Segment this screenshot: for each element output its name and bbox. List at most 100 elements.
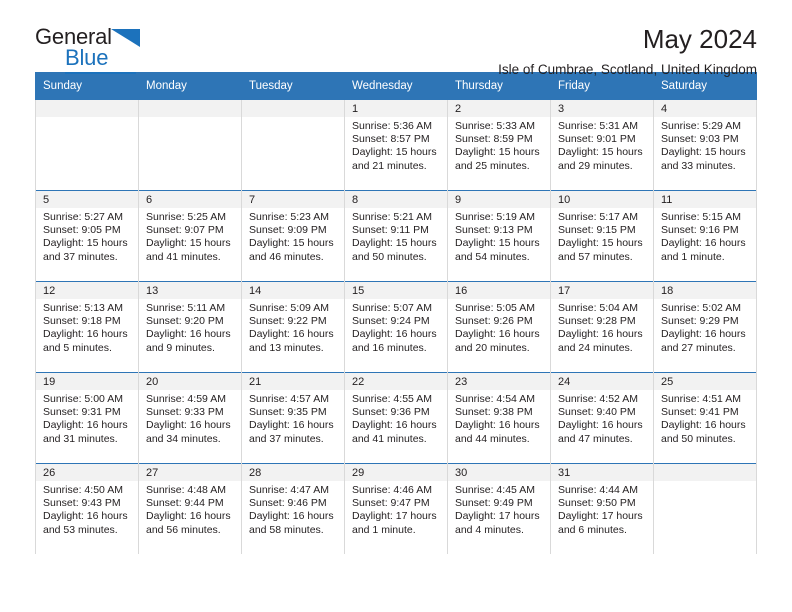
daylight-duration-line1: Daylight: 16 hours [558,419,643,432]
calendar-day-cell[interactable]: 12 Sunrise: 5:13 AM Sunset: 9:18 PM Dayligh… [35,281,139,373]
day-number: 28 [242,464,344,481]
calendar-day-cell[interactable]: 8 Sunrise: 5:21 AM Sunset: 9:11 PM Daylight… [344,190,448,282]
day-details: Sunrise: 5:04 AM Sunset: 9:28 PM Daylight:… [551,299,653,355]
calendar-day-cell[interactable]: 27 Sunrise: 4:48 AM Sunset: 9:44 PM Dayligh… [138,463,242,554]
day-cell-inner: 24 Sunrise: 4:52 AM Sunset: 9:40 PM Dayligh… [551,373,653,463]
day-number: 10 [551,191,653,208]
calendar-day-cell[interactable]: 19 Sunrise: 5:00 AM Sunset: 9:31 PM Dayligh… [35,372,139,464]
daylight-duration-line1: Daylight: 15 hours [661,146,746,159]
calendar-day-cell[interactable]: 29 Sunrise: 4:46 AM Sunset: 9:47 PM Dayligh… [344,463,448,554]
daylight-duration-line2: and 33 minutes. [661,159,736,172]
daylight-duration-line2: and 37 minutes. [249,432,324,445]
daylight-duration-line1: Daylight: 17 hours [455,510,540,523]
day-number: 17 [551,282,653,299]
day-cell-inner: 27 Sunrise: 4:48 AM Sunset: 9:44 PM Dayligh… [139,464,241,554]
sunrise-time: Sunrise: 5:17 AM [558,211,638,223]
day-number: 19 [36,373,138,390]
calendar-body: 1 Sunrise: 5:36 AM Sunset: 8:57 PM Daylight… [35,100,757,554]
sunset-time: Sunset: 9:24 PM [352,315,430,328]
daylight-duration-line2: and 58 minutes. [249,523,324,536]
sunset-time: Sunset: 9:05 PM [43,224,121,237]
daylight-duration-line2: and 6 minutes. [558,523,627,536]
calendar-day-cell[interactable]: 4 Sunrise: 5:29 AM Sunset: 9:03 PM Daylight… [653,100,757,191]
calendar-day-cell[interactable]: 18 Sunrise: 5:02 AM Sunset: 9:29 PM Dayligh… [653,281,757,373]
calendar-day-cell[interactable]: 7 Sunrise: 5:23 AM Sunset: 9:09 PM Daylight… [241,190,345,282]
daylight-duration-line2: and 20 minutes. [455,341,530,354]
daylight-duration-line2: and 56 minutes. [146,523,221,536]
day-number: 16 [448,282,550,299]
daylight-duration-line2: and 4 minutes. [455,523,524,536]
calendar-day-cell[interactable]: 13 Sunrise: 5:11 AM Sunset: 9:20 PM Dayligh… [138,281,242,373]
calendar-day-cell[interactable]: 6 Sunrise: 5:25 AM Sunset: 9:07 PM Daylight… [138,190,242,282]
daylight-duration-line1: Daylight: 16 hours [249,328,334,341]
daylight-duration-line1: Daylight: 15 hours [43,237,128,250]
day-details: Sunrise: 5:07 AM Sunset: 9:24 PM Daylight:… [345,299,447,355]
sunset-time: Sunset: 9:22 PM [249,315,327,328]
day-number: 29 [345,464,447,481]
calendar-day-cell[interactable]: 14 Sunrise: 5:09 AM Sunset: 9:22 PM Dayligh… [241,281,345,373]
day-details: Sunrise: 5:15 AM Sunset: 9:16 PM Daylight:… [654,208,756,264]
daylight-duration-line1: Daylight: 16 hours [455,419,540,432]
calendar-day-cell[interactable]: 30 Sunrise: 4:45 AM Sunset: 9:49 PM Dayligh… [447,463,551,554]
calendar-day-cell[interactable]: 26 Sunrise: 4:50 AM Sunset: 9:43 PM Dayligh… [35,463,139,554]
calendar-day-cell[interactable]: 11 Sunrise: 5:15 AM Sunset: 9:16 PM Dayligh… [653,190,757,282]
day-number: 9 [448,191,550,208]
calendar-day-cell[interactable]: 9 Sunrise: 5:19 AM Sunset: 9:13 PM Daylight… [447,190,551,282]
calendar-day-cell[interactable]: 3 Sunrise: 5:31 AM Sunset: 9:01 PM Daylight… [550,100,654,191]
day-number: 26 [36,464,138,481]
day-number [654,464,756,481]
calendar-day-cell[interactable]: 15 Sunrise: 5:07 AM Sunset: 9:24 PM Dayligh… [344,281,448,373]
calendar-day-cell[interactable]: 28 Sunrise: 4:47 AM Sunset: 9:46 PM Dayligh… [241,463,345,554]
sunset-time: Sunset: 9:15 PM [558,224,636,237]
day-details: Sunrise: 4:51 AM Sunset: 9:41 PM Daylight:… [654,390,756,446]
sunrise-time: Sunrise: 5:13 AM [43,302,123,314]
day-number: 5 [36,191,138,208]
day-details: Sunrise: 4:59 AM Sunset: 9:33 PM Daylight:… [139,390,241,446]
sunrise-time: Sunrise: 4:47 AM [249,484,329,496]
daylight-duration-line1: Daylight: 16 hours [43,419,128,432]
day-details: Sunrise: 5:13 AM Sunset: 9:18 PM Daylight:… [36,299,138,355]
day-cell-inner: 30 Sunrise: 4:45 AM Sunset: 9:49 PM Dayligh… [448,464,550,554]
general-blue-logo[interactable]: General Blue [35,26,245,74]
daylight-duration-line2: and 34 minutes. [146,432,221,445]
sunrise-time: Sunrise: 4:48 AM [146,484,226,496]
sunrise-time: Sunrise: 5:23 AM [249,211,329,223]
calendar-day-cell[interactable]: 22 Sunrise: 4:55 AM Sunset: 9:36 PM Dayligh… [344,372,448,464]
day-details: Sunrise: 4:44 AM Sunset: 9:50 PM Daylight:… [551,481,653,537]
calendar-day-cell[interactable]: 24 Sunrise: 4:52 AM Sunset: 9:40 PM Dayligh… [550,372,654,464]
daylight-duration-line1: Daylight: 16 hours [455,328,540,341]
daylight-duration-line1: Daylight: 15 hours [352,146,437,159]
day-cell-inner: 5 Sunrise: 5:27 AM Sunset: 9:05 PM Daylight… [36,191,138,281]
day-cell-inner: 12 Sunrise: 5:13 AM Sunset: 9:18 PM Dayligh… [36,282,138,372]
calendar-day-cell[interactable]: 21 Sunrise: 4:57 AM Sunset: 9:35 PM Dayligh… [241,372,345,464]
daylight-duration-line1: Daylight: 16 hours [146,510,231,523]
day-number: 20 [139,373,241,390]
calendar-day-cell[interactable]: 2 Sunrise: 5:33 AM Sunset: 8:59 PM Daylight… [447,100,551,191]
sunset-time: Sunset: 9:29 PM [661,315,739,328]
sunset-time: Sunset: 8:59 PM [455,133,533,146]
sunset-time: Sunset: 9:16 PM [661,224,739,237]
calendar-day-cell[interactable]: 25 Sunrise: 4:51 AM Sunset: 9:41 PM Dayligh… [653,372,757,464]
logo-triangle-icon [110,29,141,52]
day-details: Sunrise: 5:27 AM Sunset: 9:05 PM Daylight:… [36,208,138,264]
sunset-time: Sunset: 9:28 PM [558,315,636,328]
daylight-duration-line1: Daylight: 16 hours [352,328,437,341]
day-cell-inner: 8 Sunrise: 5:21 AM Sunset: 9:11 PM Daylight… [345,191,447,281]
sunset-time: Sunset: 9:03 PM [661,133,739,146]
daylight-duration-line1: Daylight: 17 hours [352,510,437,523]
calendar-day-cell[interactable]: 17 Sunrise: 5:04 AM Sunset: 9:28 PM Dayligh… [550,281,654,373]
calendar-day-cell[interactable]: 23 Sunrise: 4:54 AM Sunset: 9:38 PM Dayligh… [447,372,551,464]
calendar-day-cell[interactable]: 5 Sunrise: 5:27 AM Sunset: 9:05 PM Daylight… [35,190,139,282]
sunset-time: Sunset: 9:26 PM [455,315,533,328]
day-cell-inner: 1 Sunrise: 5:36 AM Sunset: 8:57 PM Daylight… [345,100,447,190]
calendar-day-cell[interactable]: 31 Sunrise: 4:44 AM Sunset: 9:50 PM Dayligh… [550,463,654,554]
calendar-day-cell[interactable]: 16 Sunrise: 5:05 AM Sunset: 9:26 PM Dayligh… [447,281,551,373]
weekday-header-monday: Monday [138,72,242,100]
calendar-day-cell[interactable]: 20 Sunrise: 4:59 AM Sunset: 9:33 PM Dayligh… [138,372,242,464]
calendar-day-cell[interactable]: 10 Sunrise: 5:17 AM Sunset: 9:15 PM Dayligh… [550,190,654,282]
day-cell-inner: 23 Sunrise: 4:54 AM Sunset: 9:38 PM Dayligh… [448,373,550,463]
daylight-duration-line2: and 21 minutes. [352,159,427,172]
day-number [242,100,344,117]
sunset-time: Sunset: 9:07 PM [146,224,224,237]
calendar-day-cell[interactable]: 1 Sunrise: 5:36 AM Sunset: 8:57 PM Daylight… [344,100,448,191]
